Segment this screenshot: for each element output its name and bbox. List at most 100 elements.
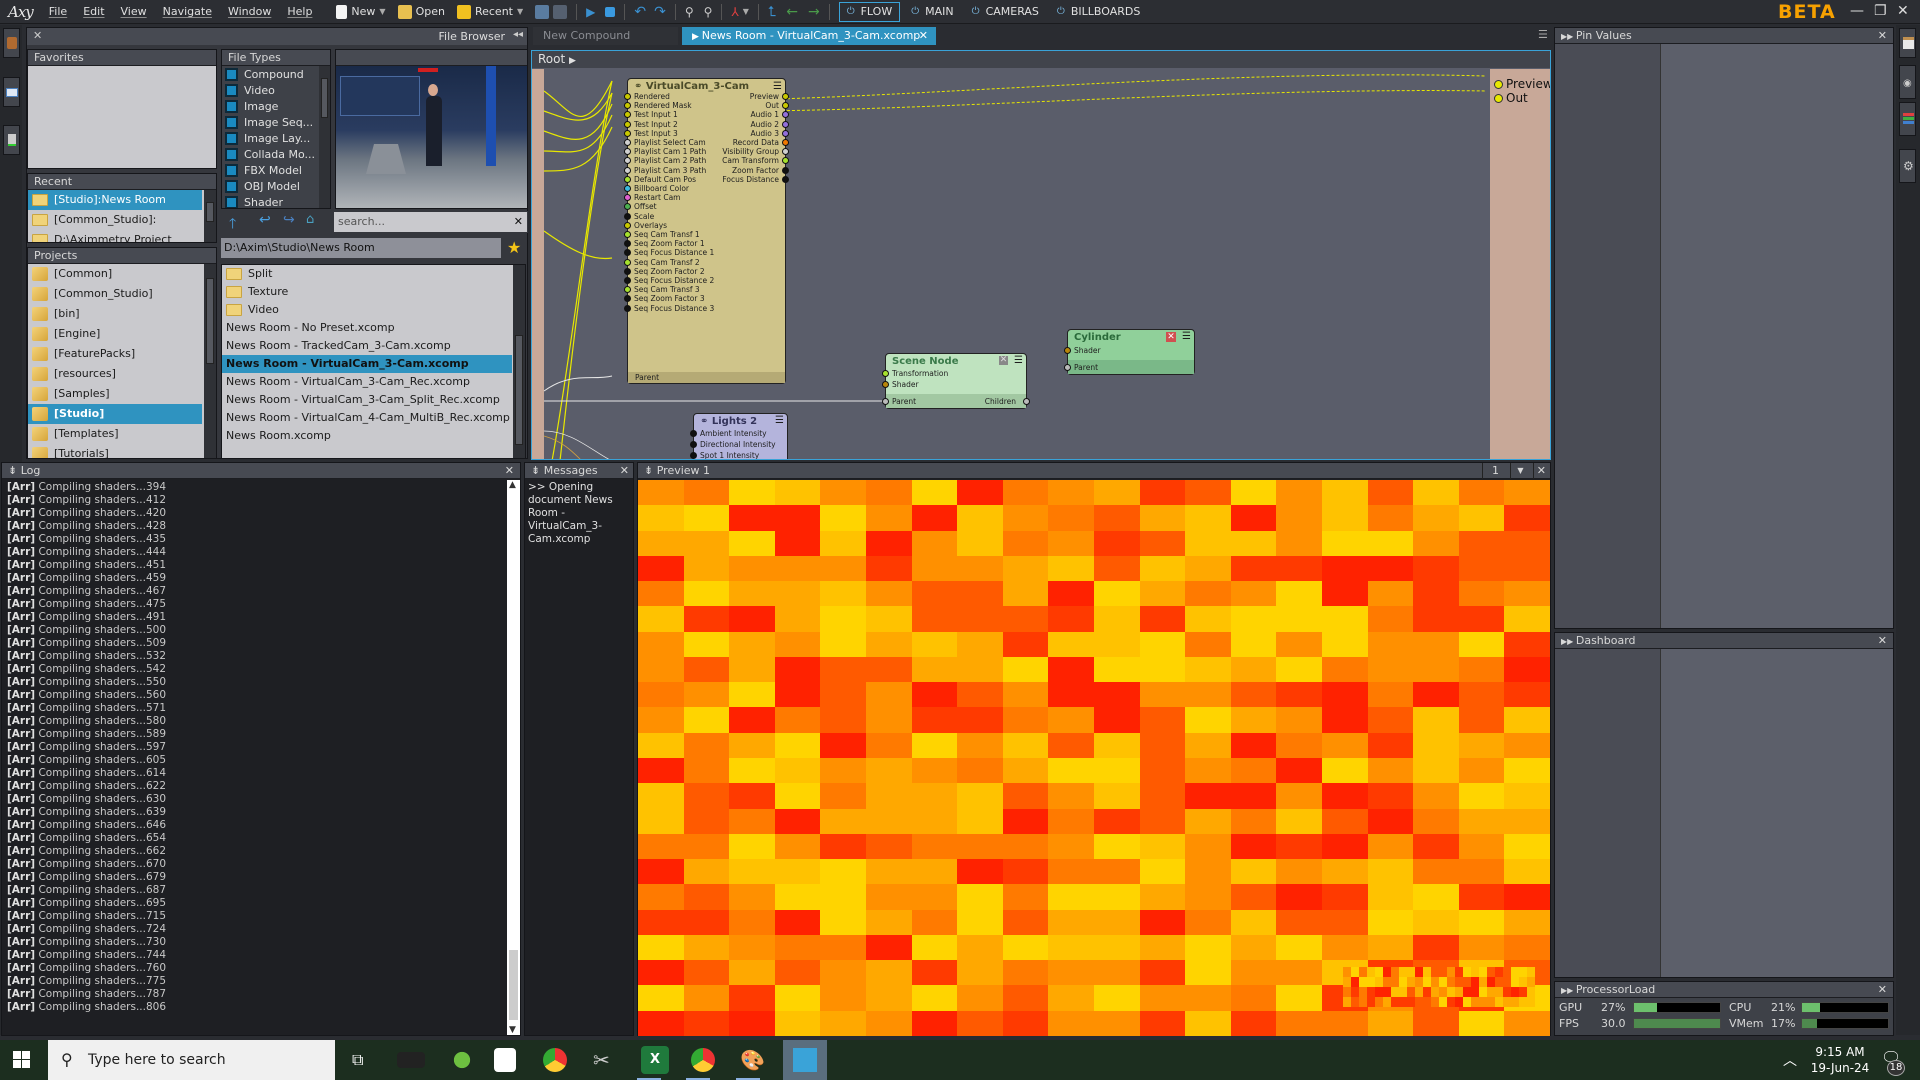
- pin-output[interactable]: [782, 129, 789, 137]
- forward-icon[interactable]: ↪: [283, 212, 295, 228]
- node-cylinder[interactable]: Cylinder ✕ ☰ Shader Parent: [1064, 329, 1195, 375]
- go-up-icon[interactable]: 🡑: [229, 213, 236, 237]
- pin-panel-icon[interactable]: ⇟: [644, 464, 657, 477]
- file-item[interactable]: News Room - VirtualCam_4-Cam_MultiB_Rec.…: [222, 409, 512, 427]
- pin-input[interactable]: [624, 175, 631, 183]
- pin-input[interactable]: [624, 277, 631, 284]
- workspace-cameras[interactable]: ⏻ CAMERAS: [965, 2, 1046, 22]
- pin-input[interactable]: [624, 231, 631, 238]
- zoom-in-icon[interactable]: ⚲: [685, 5, 694, 19]
- node-disable-icon[interactable]: ✕: [999, 356, 1008, 365]
- sidebar-dashboard-button[interactable]: [3, 77, 20, 107]
- checkbox-checked[interactable]: [225, 195, 238, 208]
- pin-directional-intensity[interactable]: [690, 441, 697, 448]
- sidebar-cabinet-button[interactable]: [3, 28, 20, 58]
- flow-editor[interactable]: Root ▶ Preview Out ⚭ VirtualCam_3-Cam ☰ …: [531, 50, 1551, 460]
- project-item[interactable]: [Engine]: [28, 324, 202, 344]
- node-menu-icon[interactable]: ☰: [773, 81, 782, 92]
- workspace-flow[interactable]: ⏻ FLOW: [838, 1, 901, 22]
- channel-select[interactable]: 1: [1482, 463, 1508, 479]
- taskbar-app-chrome[interactable]: [543, 1048, 567, 1072]
- pin-input[interactable]: [624, 148, 631, 156]
- file-item[interactable]: News Room - VirtualCam_3-Cam_Rec.xcomp: [222, 373, 512, 391]
- menu-help[interactable]: Help: [287, 5, 312, 18]
- checkbox-checked[interactable]: [225, 99, 238, 113]
- show-hidden-icons-icon[interactable]: ︿: [1783, 1050, 1797, 1070]
- pin-input[interactable]: [624, 129, 631, 137]
- expand-icon[interactable]: ▶▶: [1561, 32, 1576, 41]
- pin-input[interactable]: [624, 157, 631, 165]
- pin-input[interactable]: [624, 139, 631, 146]
- menu-file[interactable]: File: [49, 5, 67, 18]
- taskbar-search[interactable]: ⚲ Type here to search: [48, 1040, 335, 1080]
- pin-input[interactable]: [624, 304, 631, 312]
- sidebar-device-button[interactable]: [3, 125, 20, 155]
- node-virtualcam[interactable]: ⚭ VirtualCam_3-Cam ☰ Parent Rendered Rend…: [624, 78, 789, 384]
- pin-input[interactable]: [624, 93, 631, 100]
- tab-menu-icon[interactable]: ☰: [1538, 28, 1548, 41]
- tab-news-room-virtualcam[interactable]: ▶ News Room - VirtualCam_3-Cam.xcomp ✕: [682, 27, 936, 45]
- project-item[interactable]: [Samples]: [28, 384, 202, 404]
- file-types-scrollbar[interactable]: [319, 66, 330, 208]
- preview-output[interactable]: [638, 480, 1550, 1036]
- close-tab-icon[interactable]: ✕: [919, 27, 928, 45]
- recent-item[interactable]: [Studio]:News Room: [28, 190, 202, 210]
- pin-input[interactable]: [624, 203, 631, 211]
- pin-output[interactable]: [782, 166, 789, 174]
- task-view-icon[interactable]: ⧉: [352, 1050, 363, 1070]
- file-item[interactable]: News Room - VirtualCam_3-Cam.xcomp: [222, 355, 512, 373]
- recent-item[interactable]: D:\Aximmetry Project: [28, 230, 202, 242]
- file-type-item[interactable]: Image: [222, 98, 330, 114]
- redo-icon[interactable]: ↷: [654, 4, 666, 20]
- file-item[interactable]: News Room - No Preset.xcomp: [222, 319, 512, 337]
- scroll-thumb[interactable]: [509, 950, 518, 1020]
- recent-scrollbar[interactable]: [204, 190, 216, 242]
- pin-input[interactable]: [624, 267, 631, 275]
- save-all-icon[interactable]: [553, 4, 568, 19]
- file-type-item[interactable]: FBX Model: [222, 162, 330, 178]
- pin-parent[interactable]: [882, 398, 889, 405]
- menu-edit[interactable]: Edit: [83, 5, 104, 18]
- recent-button[interactable]: Recent ▼: [456, 4, 523, 19]
- favorites-list[interactable]: [28, 66, 216, 168]
- node-menu-icon[interactable]: ☰: [1014, 355, 1023, 366]
- file-type-item[interactable]: Image Seq...: [222, 114, 330, 130]
- file-browser-close-icon[interactable]: ✕: [33, 29, 42, 42]
- menu-view[interactable]: View: [121, 5, 147, 18]
- sidebar-pin-values-button[interactable]: [1899, 28, 1916, 58]
- pin-output[interactable]: [782, 175, 789, 183]
- file-type-item[interactable]: Collada Mo...: [222, 146, 330, 162]
- pin-output[interactable]: [782, 120, 789, 128]
- pin-input[interactable]: [624, 221, 631, 229]
- sidebar-view-button[interactable]: ◉: [1899, 65, 1916, 99]
- expand-icon[interactable]: ▶▶: [1561, 637, 1576, 646]
- pin-input[interactable]: [624, 185, 631, 192]
- file-type-item[interactable]: Compound: [222, 66, 330, 82]
- forward-icon[interactable]: →: [808, 4, 820, 20]
- file-item[interactable]: News Room.xcomp: [222, 427, 512, 445]
- projects-scrollbar[interactable]: [204, 264, 216, 458]
- project-item[interactable]: [Templates]: [28, 424, 202, 444]
- file-type-item[interactable]: OBJ Model: [222, 178, 330, 194]
- taskbar-app-chrome-profile[interactable]: [691, 1048, 715, 1072]
- stop-icon[interactable]: [605, 6, 616, 17]
- pin-input[interactable]: [624, 295, 631, 303]
- file-type-item[interactable]: Image Lay...: [222, 130, 330, 146]
- preview-close-icon[interactable]: ✕: [1532, 463, 1546, 479]
- undo-icon[interactable]: ↶: [634, 4, 646, 20]
- tab-new-compound[interactable]: New Compound: [533, 27, 678, 45]
- recent-dropdown-icon[interactable]: ▼: [517, 7, 523, 16]
- pin-input[interactable]: [624, 240, 631, 248]
- file-type-item[interactable]: Shader: [222, 194, 330, 208]
- pin-input[interactable]: [624, 166, 631, 174]
- back-icon[interactable]: ←: [786, 4, 798, 20]
- workspace-main[interactable]: ⏻ MAIN: [904, 2, 960, 22]
- pin-input[interactable]: [624, 249, 631, 257]
- minimize-button[interactable]: —: [1850, 3, 1864, 19]
- open-button[interactable]: Open: [397, 4, 445, 19]
- pin-output[interactable]: [782, 139, 789, 146]
- node-lights[interactable]: ⚭ Lights 2 ☰ Ambient Intensity Direction…: [690, 413, 788, 459]
- taskbar-app-store[interactable]: [494, 1048, 516, 1072]
- pin-output[interactable]: [782, 93, 789, 100]
- checkbox-checked[interactable]: [225, 163, 238, 177]
